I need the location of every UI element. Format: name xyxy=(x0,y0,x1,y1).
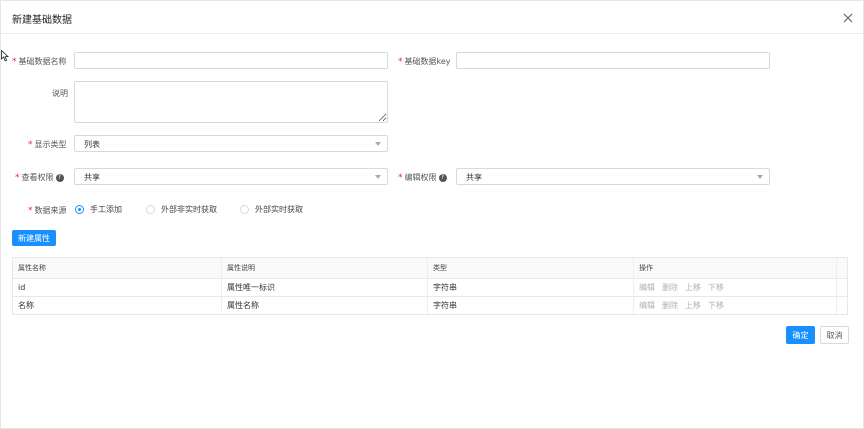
chevron-down-icon xyxy=(375,175,381,179)
chevron-down-icon xyxy=(375,142,381,146)
column-header: 属性说明 xyxy=(222,258,428,278)
column-header: 类型 xyxy=(428,258,634,278)
edit-permission-label: * 编辑权限? xyxy=(398,172,447,183)
delete-link[interactable]: 删除 xyxy=(662,301,678,310)
view-permission-value: 共享 xyxy=(84,173,100,182)
name-input[interactable] xyxy=(74,52,388,69)
description-label: 说明 xyxy=(52,89,68,98)
table-row: 名称 属性名称 字符串 编辑 删除 上移 下移 xyxy=(13,297,847,315)
attribute-table: 属性名称 属性说明 类型 操作 id 属性唯一标识 字符串 编辑 删除 上移 下移 名… xyxy=(12,257,848,315)
scrollbar-gutter xyxy=(837,279,848,296)
move-down-link[interactable]: 下移 xyxy=(708,283,724,292)
radio-dot xyxy=(146,205,155,214)
attribute-desc-cell: 属性名称 xyxy=(222,297,428,314)
table-header-row: 属性名称 属性说明 类型 操作 xyxy=(13,258,847,279)
attribute-name-cell: id xyxy=(13,279,222,296)
new-basic-data-dialog: 新建基础数据 * 基础数据名称 * 基础数据key 说明 * 显示类型 列表 * 查看权… xyxy=(0,0,864,429)
key-input[interactable] xyxy=(456,52,770,69)
move-up-link[interactable]: 上移 xyxy=(685,301,701,310)
name-label: * 基础数据名称 xyxy=(12,57,67,67)
attribute-desc-cell: 属性唯一标识 xyxy=(222,279,428,296)
view-permission-select[interactable]: 共享 xyxy=(74,168,388,185)
cancel-button[interactable]: 取消 xyxy=(820,326,849,344)
attribute-name-cell: 名称 xyxy=(13,297,222,314)
dialog-header: 新建基础数据 xyxy=(1,1,863,34)
attribute-type-cell: 字符串 xyxy=(428,297,634,314)
attribute-type-cell: 字符串 xyxy=(428,279,634,296)
data-source-label: * 数据来源 xyxy=(28,206,67,216)
edit-permission-value: 共享 xyxy=(466,173,482,182)
scrollbar-gutter xyxy=(837,297,848,314)
ok-button[interactable]: 确定 xyxy=(786,326,815,344)
move-up-link[interactable]: 上移 xyxy=(685,283,701,292)
edit-permission-select[interactable]: 共享 xyxy=(456,168,770,185)
column-header: 属性名称 xyxy=(13,258,222,278)
chevron-down-icon xyxy=(757,175,763,179)
actions-cell: 编辑 删除 上移 下移 xyxy=(634,279,837,296)
key-label: * 基础数据key xyxy=(398,57,451,67)
edit-link[interactable]: 编辑 xyxy=(639,283,655,292)
dialog-title: 新建基础数据 xyxy=(12,15,72,26)
question-circle-icon[interactable]: ? xyxy=(438,173,447,182)
view-permission-label: * 查看权限? xyxy=(15,172,64,183)
display-type-select[interactable]: 列表 xyxy=(74,135,388,152)
new-attribute-button[interactable]: 新建属性 xyxy=(12,230,56,246)
scrollbar-gutter xyxy=(837,258,848,278)
actions-cell: 编辑 删除 上移 下移 xyxy=(634,297,837,314)
display-type-value: 列表 xyxy=(84,140,100,149)
question-circle-icon[interactable]: ? xyxy=(55,173,64,182)
delete-link[interactable]: 删除 xyxy=(662,283,678,292)
close-icon[interactable] xyxy=(841,11,855,25)
move-down-link[interactable]: 下移 xyxy=(708,301,724,310)
mouse-cursor-icon xyxy=(1,50,9,62)
radio-dot xyxy=(75,205,84,214)
description-textarea[interactable] xyxy=(74,81,388,123)
edit-link[interactable]: 编辑 xyxy=(639,301,655,310)
radio-dot xyxy=(240,205,249,214)
display-type-label: * 显示类型 xyxy=(28,140,67,150)
table-row: id 属性唯一标识 字符串 编辑 删除 上移 下移 xyxy=(13,279,847,297)
column-header: 操作 xyxy=(634,258,837,278)
